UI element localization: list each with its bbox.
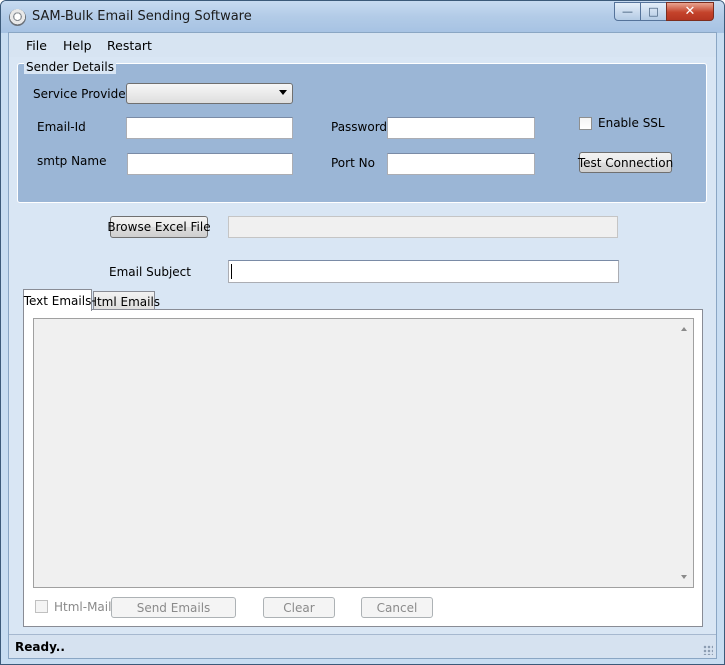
text-caret — [231, 264, 232, 279]
tab-html-emails[interactable]: Html Emails — [88, 291, 160, 311]
email-label: Email-Id — [37, 120, 86, 134]
menu-help[interactable]: Help — [63, 38, 92, 53]
email-body-textarea[interactable] — [33, 318, 694, 588]
password-field[interactable] — [387, 117, 535, 139]
email-subject-input[interactable] — [228, 260, 619, 283]
test-connection-button[interactable]: Test Connection — [578, 152, 673, 173]
clear-button[interactable]: Clear — [263, 597, 335, 618]
smtp-field[interactable] — [127, 153, 293, 175]
scroll-down-icon[interactable] — [681, 575, 687, 579]
app-window: SAM-Bulk Email Sending Software — □ ✕ Fi… — [0, 0, 725, 665]
tab-text-emails[interactable]: Text Emails — [23, 289, 92, 311]
app-icon[interactable] — [9, 9, 26, 26]
maximize-icon: □ — [648, 5, 659, 18]
minimize-button[interactable]: — — [614, 2, 641, 21]
minimize-icon: — — [622, 5, 633, 18]
email-subject-label: Email Subject — [109, 265, 191, 279]
client-area: File Help Restart Service Provider Email… — [8, 32, 717, 659]
send-emails-button[interactable]: Send Emails — [111, 597, 236, 618]
excel-path-field[interactable] — [228, 216, 618, 238]
port-label: Port No — [331, 156, 375, 170]
enable-ssl-checkbox[interactable] — [579, 117, 592, 130]
sender-details-title: Sender Details — [24, 60, 116, 74]
resize-grip-icon[interactable] — [703, 645, 713, 655]
service-provider-label: Service Provider — [33, 87, 131, 101]
window-title: SAM-Bulk Email Sending Software — [32, 9, 252, 24]
status-bar: Ready.. — [9, 634, 716, 658]
menu-file[interactable]: File — [26, 38, 47, 53]
email-field[interactable] — [126, 117, 293, 139]
close-button[interactable]: ✕ — [666, 2, 714, 21]
maximize-button[interactable]: □ — [640, 2, 667, 21]
status-text: Ready.. — [15, 640, 65, 654]
menu-restart[interactable]: Restart — [107, 38, 152, 53]
cancel-button[interactable]: Cancel — [361, 597, 433, 618]
html-mail-checkbox[interactable] — [35, 600, 48, 613]
close-icon: ✕ — [684, 4, 696, 19]
menu-bar: File Help Restart — [9, 33, 716, 57]
tab-panel-text-emails: Html-Mail Send Emails Clear Cancel — [23, 309, 703, 627]
html-mail-label: Html-Mail — [54, 600, 112, 614]
browse-excel-button[interactable]: Browse Excel File — [107, 216, 211, 238]
sender-details-group: Service Provider Email-Id Password Enabl… — [17, 63, 707, 203]
password-label: Password — [331, 120, 388, 134]
smtp-label: smtp Name — [37, 154, 107, 168]
chevron-down-icon — [279, 90, 287, 95]
service-provider-select[interactable] — [126, 83, 293, 104]
enable-ssl-label: Enable SSL — [598, 116, 665, 130]
scroll-up-icon[interactable] — [681, 327, 687, 331]
title-bar[interactable]: SAM-Bulk Email Sending Software — □ ✕ — [1, 1, 724, 33]
port-field[interactable] — [387, 153, 535, 175]
